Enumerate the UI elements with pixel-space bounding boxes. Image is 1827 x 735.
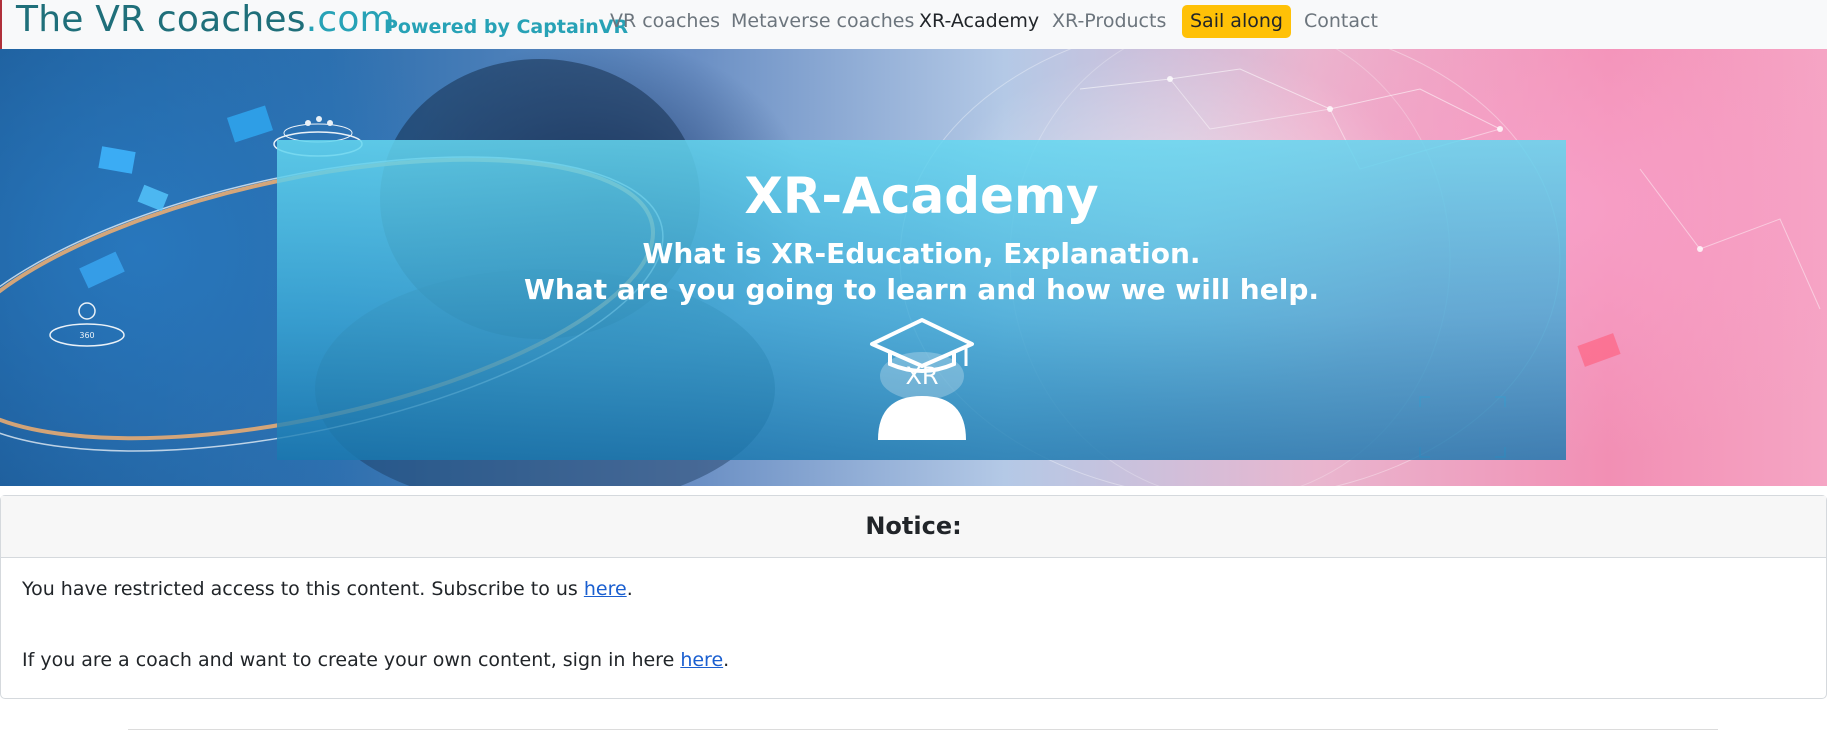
notice-coach-end: .: [723, 649, 730, 671]
brand-name: The VR coaches: [16, 0, 306, 40]
notice-coach-text: If you are a coach and want to create yo…: [22, 649, 681, 671]
nav-vr-coaches[interactable]: VR coaches: [610, 9, 720, 33]
notice-coach-line: If you are a coach and want to create yo…: [22, 647, 729, 673]
brand-logo[interactable]: The VR coaches.com: [16, 0, 395, 42]
notice-heading: Notice:: [1, 496, 1826, 558]
notice-restricted-line: You have restricted access to this conte…: [22, 576, 633, 602]
nav-xr-products[interactable]: XR-Products: [1052, 9, 1166, 33]
logo-xr-text: XR: [905, 362, 938, 390]
subscribe-link[interactable]: here: [584, 578, 627, 600]
section-divider: [128, 729, 1718, 730]
brand-suffix: .com: [305, 0, 395, 40]
360-badge-icon: 360: [49, 302, 125, 347]
hero-subtitle-line1: What is XR-Education, Explanation.: [642, 237, 1201, 270]
badge-360-text: 360: [79, 331, 94, 340]
xr-academy-graduate-icon: XR: [870, 318, 974, 440]
notice-card: Notice: You have restricted access to th…: [0, 495, 1827, 699]
notice-restricted-text: You have restricted access to this conte…: [22, 578, 584, 600]
hero-subtitle-line2: What are you going to learn and how we w…: [523, 273, 1320, 306]
nav-sail-along-button[interactable]: Sail along: [1182, 5, 1291, 38]
hero-banner: 360 XR-Academy What is XR-Education, Exp…: [0, 49, 1827, 486]
hero-overlay-card: XR-Academy What is XR-Education, Explana…: [277, 140, 1566, 460]
nav-xr-academy[interactable]: XR-Academy: [919, 9, 1039, 33]
powered-by-label[interactable]: Powered by CaptainVR: [384, 15, 628, 39]
page-title: XR-Academy: [744, 167, 1099, 225]
coach-sign-in-link[interactable]: here: [680, 649, 723, 671]
top-navbar: The VR coaches.com Powered by CaptainVR …: [0, 0, 1827, 49]
nav-metaverse-coaches[interactable]: Metaverse coaches: [731, 9, 914, 33]
notice-restricted-end: .: [626, 578, 633, 600]
nav-contact[interactable]: Contact: [1304, 9, 1378, 33]
